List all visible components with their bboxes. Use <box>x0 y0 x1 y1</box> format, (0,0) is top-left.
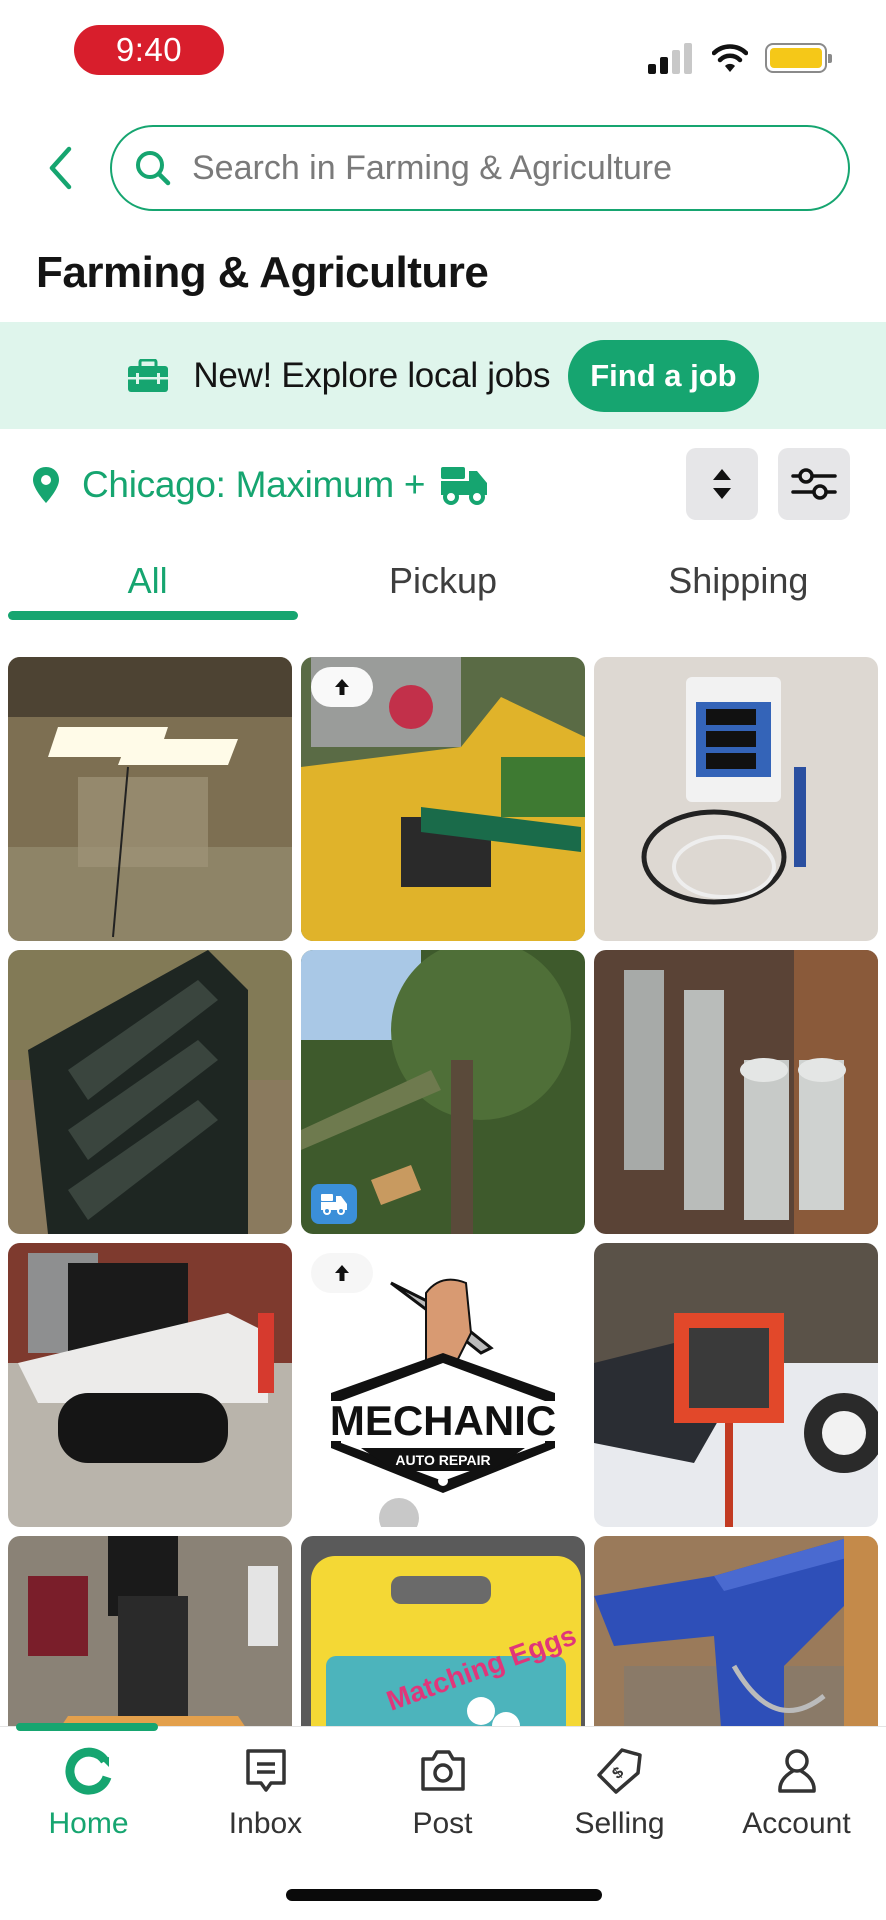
listing-tile[interactable] <box>594 950 878 1234</box>
chevron-left-icon <box>49 146 72 190</box>
search-icon <box>136 151 171 186</box>
listing-tile[interactable] <box>301 657 585 941</box>
listing-photo <box>594 950 878 1234</box>
listing-photo <box>8 1243 292 1527</box>
back-button[interactable] <box>40 140 80 196</box>
tab-shipping[interactable]: Shipping <box>591 545 886 620</box>
tab-label: All <box>127 560 168 601</box>
map-pin-icon <box>33 467 59 503</box>
tab-label: Pickup <box>388 560 498 601</box>
tab-pickup[interactable]: Pickup <box>295 545 590 620</box>
wifi-icon <box>712 44 748 72</box>
nav-selling[interactable]: $ Selling <box>531 1747 708 1841</box>
tab-all[interactable]: All <box>0 545 298 620</box>
sliders-icon <box>791 468 837 500</box>
jobs-banner-text: New! Explore local jobs <box>193 355 551 395</box>
search-bar[interactable] <box>110 125 850 211</box>
cellular-signal-icon <box>648 42 694 74</box>
nav-home[interactable]: Home <box>0 1747 177 1841</box>
listing-tile[interactable] <box>301 950 585 1234</box>
active-nav-indicator <box>16 1723 158 1731</box>
svg-text:$: $ <box>609 1764 627 1783</box>
home-indicator[interactable] <box>286 1889 602 1901</box>
sort-button[interactable] <box>686 448 758 520</box>
jobs-banner: New! Explore local jobs Find a job <box>0 322 886 429</box>
listing-tile[interactable] <box>8 1536 292 1727</box>
price-tag-icon: $ <box>596 1748 642 1794</box>
nav-post[interactable]: Post <box>354 1747 531 1841</box>
camera-icon <box>420 1750 465 1791</box>
listing-tile[interactable] <box>8 950 292 1234</box>
nav-label: Post <box>412 1807 473 1840</box>
sort-icon <box>713 469 731 499</box>
listing-photo <box>8 657 292 941</box>
listing-tile[interactable]: Matching Eggs <box>301 1536 585 1727</box>
home-icon <box>64 1747 111 1795</box>
listings-grid: MECHANIC AUTO REPAIR Matching Eggs <box>8 657 880 1727</box>
listing-tile[interactable] <box>594 1536 878 1727</box>
shipping-badge <box>311 1184 357 1224</box>
listing-photo <box>8 1536 292 1727</box>
briefcase-icon <box>128 358 169 392</box>
boosted-badge <box>311 1253 373 1293</box>
status-time: 9:40 <box>74 25 224 75</box>
boosted-badge <box>311 667 373 707</box>
truck-icon <box>441 467 488 505</box>
nav-label: Selling <box>574 1807 665 1840</box>
search-input[interactable] <box>192 148 772 188</box>
tab-label: Shipping <box>668 560 809 601</box>
logo-title: MECHANIC <box>330 1397 556 1444</box>
nav-account[interactable]: Account <box>708 1747 885 1841</box>
person-icon <box>777 1749 816 1793</box>
location-label: Chicago: Maximum + <box>82 464 426 505</box>
listing-tile[interactable] <box>8 1243 292 1527</box>
listing-photo <box>8 950 292 1234</box>
listing-tile[interactable] <box>594 1243 878 1527</box>
listing-photo <box>594 657 878 941</box>
page-title: Farming & Agriculture <box>36 248 489 297</box>
location-selector[interactable]: Chicago: Maximum + <box>32 455 489 515</box>
delivery-tabs: All Pickup Shipping <box>0 545 886 620</box>
arrow-up-icon <box>335 679 349 695</box>
truck-icon <box>321 1194 347 1215</box>
listing-tile[interactable] <box>8 657 292 941</box>
nav-label: Inbox <box>228 1807 303 1840</box>
logo-subtitle: AUTO REPAIR <box>395 1452 490 1468</box>
nav-label: Account <box>742 1807 851 1840</box>
nav-label: Home <box>48 1807 129 1840</box>
listing-tile[interactable] <box>594 657 878 941</box>
listing-tile[interactable]: MECHANIC AUTO REPAIR <box>301 1243 585 1527</box>
battery-icon <box>765 43 832 73</box>
find-a-job-button[interactable]: Find a job <box>568 339 759 412</box>
inbox-icon <box>245 1749 286 1792</box>
listing-photo <box>594 1536 878 1727</box>
nav-inbox[interactable]: Inbox <box>177 1747 354 1841</box>
listing-photo: Matching Eggs <box>301 1536 585 1727</box>
filter-button[interactable] <box>778 448 850 520</box>
listing-photo <box>594 1243 878 1527</box>
active-tab-indicator <box>8 611 298 620</box>
arrow-up-icon <box>335 1265 349 1281</box>
status-bar: 9:40 <box>0 0 886 100</box>
